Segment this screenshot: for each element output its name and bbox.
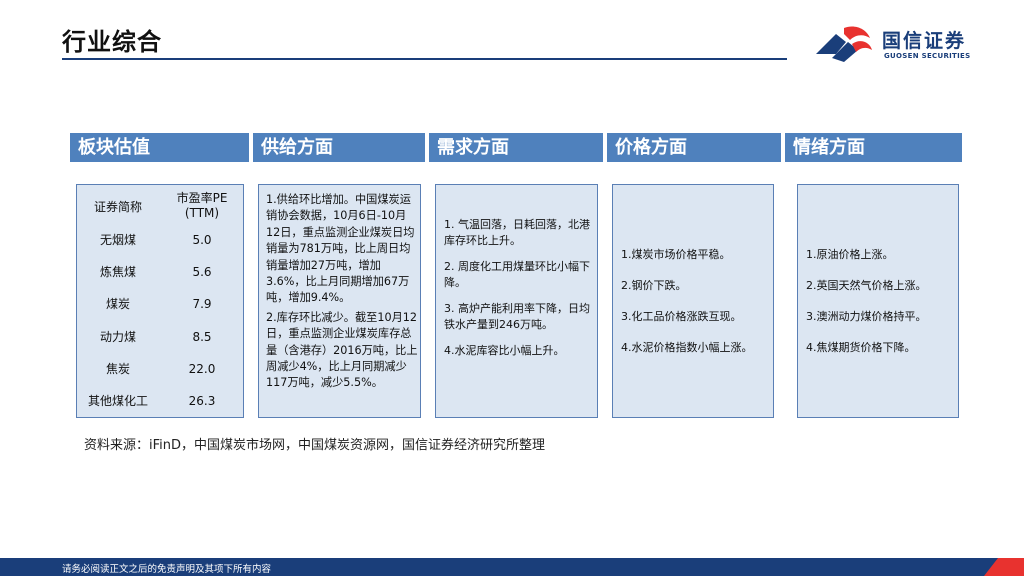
table-cell-name: 无烟煤 xyxy=(99,233,136,247)
brand-name-en: GUOSEN SECURITIES xyxy=(884,52,971,60)
demand-box: 1. 气温回落，日耗回落，北港库存环比上升。 2. 周度化工用煤量环比小幅下降。… xyxy=(435,184,598,418)
page-title: 行业综合 xyxy=(62,28,162,56)
demand-point: 1. 气温回落，日耗回落，北港库存环比上升。 xyxy=(444,218,590,247)
column-header-sentiment: 情绪方面 xyxy=(785,133,962,162)
table-cell-pe: 7.9 xyxy=(192,297,212,311)
table-cell-name: 煤炭 xyxy=(105,297,130,311)
table-row: 煤炭 7.9 xyxy=(77,296,245,316)
demand-point: 4.水泥库容比小幅上升。 xyxy=(444,344,565,357)
table-header-name: 证券简称 xyxy=(93,200,142,214)
table-cell-pe: 8.5 xyxy=(192,330,212,344)
column-header-supply: 供给方面 xyxy=(253,133,425,162)
column-header-demand: 需求方面 xyxy=(429,133,603,162)
table-cell-pe: 5.6 xyxy=(192,265,212,279)
footer-bar: 请务必阅读正文之后的免责声明及其项下所有内容 xyxy=(0,558,1024,576)
table-header-pe-line2: (TTM) xyxy=(184,206,220,220)
table-cell-pe: 26.3 xyxy=(188,394,216,408)
table-cell-name: 动力煤 xyxy=(99,330,136,344)
supply-point: 2.库存环比减少。截至10月12日，重点监测企业煤炭库存总量（含港存）2016万… xyxy=(266,310,418,390)
table-row: 动力煤 8.5 xyxy=(77,329,245,349)
table-cell-name: 焦炭 xyxy=(105,362,130,376)
table-row: 炼焦煤 5.6 xyxy=(77,264,245,284)
demand-point: 3. 高炉产能利用率下降，日均铁水产量到246万吨。 xyxy=(444,302,590,331)
title-underline xyxy=(62,58,787,60)
valuation-table: 证券简称 市盈率PE (TTM) 无烟煤 5.0 炼焦煤 5.6 煤炭 7.9 … xyxy=(76,184,244,418)
footer-disclaimer: 请务必阅读正文之后的免责声明及其项下所有内容 xyxy=(62,564,272,575)
brand-name-cn: 国信证券 xyxy=(882,30,967,52)
demand-point: 2. 周度化工用煤量环比小幅下降。 xyxy=(444,260,590,289)
brand-logo: 国信证券 GUOSEN SECURITIES xyxy=(814,24,1014,64)
table-row: 其他煤化工 26.3 xyxy=(77,393,245,413)
sentiment-point: 1.原油价格上涨。 xyxy=(806,248,894,261)
supply-point: 1.供给环比增加。中国煤炭运销协会数据，10月6日-10月12日，重点监测企业煤… xyxy=(266,193,415,305)
sentiment-point: 2.英国天然气价格上涨。 xyxy=(806,279,927,292)
price-point: 4.水泥价格指数小幅上涨。 xyxy=(621,341,753,354)
column-header-valuation: 板块估值 xyxy=(70,133,249,162)
sentiment-point: 3.澳洲动力煤价格持平。 xyxy=(806,310,927,323)
table-header-pe: 市盈率PE (TTM) xyxy=(159,191,245,221)
price-point: 3.化工品价格涨跌互现。 xyxy=(621,310,742,323)
column-header-price: 价格方面 xyxy=(607,133,781,162)
table-cell-pe: 5.0 xyxy=(192,233,212,247)
footer-accent-icon xyxy=(984,558,1024,576)
supply-box: 1.供给环比增加。中国煤炭运销协会数据，10月6日-10月12日，重点监测企业煤… xyxy=(258,184,421,418)
table-header-pe-line1: 市盈率PE xyxy=(176,191,228,205)
valuation-table-header: 证券简称 市盈率PE (TTM) xyxy=(77,191,245,221)
price-box: 1.煤炭市场价格平稳。 2.钢价下跌。 3.化工品价格涨跌互现。 4.水泥价格指… xyxy=(612,184,774,418)
price-point: 2.钢价下跌。 xyxy=(621,279,687,292)
sentiment-point: 4.焦煤期货价格下降。 xyxy=(806,341,916,354)
table-row: 焦炭 22.0 xyxy=(77,361,245,381)
table-cell-pe: 22.0 xyxy=(188,362,216,376)
price-point: 1.煤炭市场价格平稳。 xyxy=(621,248,731,261)
table-cell-name: 其他煤化工 xyxy=(87,394,148,408)
guosen-logo-icon xyxy=(816,26,872,62)
sentiment-box: 1.原油价格上涨。 2.英国天然气价格上涨。 3.澳洲动力煤价格持平。 4.焦煤… xyxy=(797,184,959,418)
table-row: 无烟煤 5.0 xyxy=(77,232,245,252)
table-cell-name: 炼焦煤 xyxy=(99,265,136,279)
source-note: 资料来源：iFinD，中国煤炭市场网，中国煤炭资源网，国信证券经济研究所整理 xyxy=(84,438,546,453)
